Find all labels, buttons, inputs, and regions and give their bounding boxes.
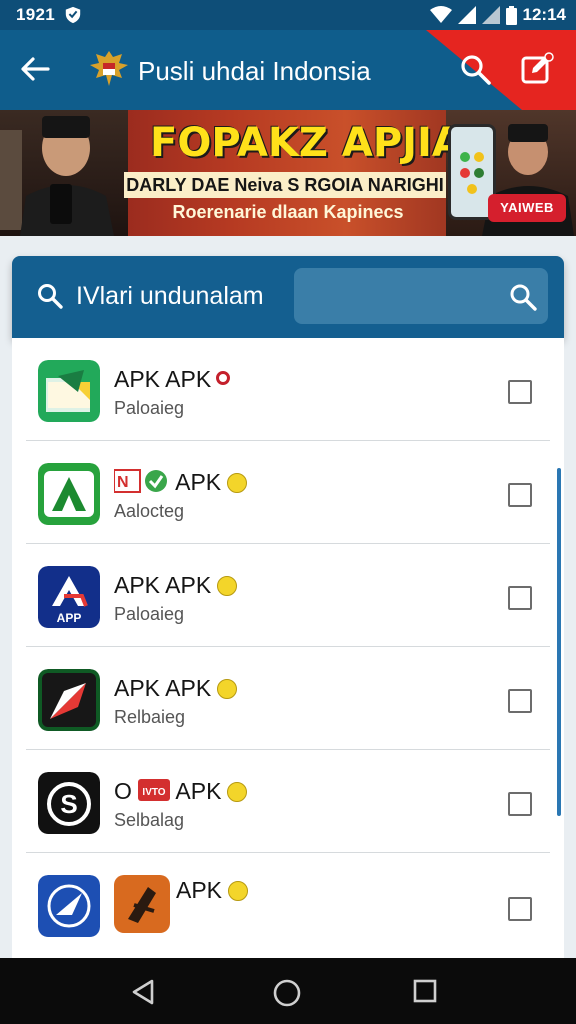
verified-badge-icon	[217, 679, 238, 699]
status-bar: 1921 12:14	[0, 0, 576, 30]
svg-text:N: N	[117, 474, 129, 491]
app-title: O IVTO APK	[114, 778, 248, 805]
navigation-bar	[0, 958, 576, 1024]
app-icon-blue-app: APP	[38, 566, 100, 628]
list-item[interactable]: APP APK APK Paloaieg	[26, 544, 550, 647]
app-subtitle: Relbaieg	[114, 707, 186, 727]
app-title: APK APK	[114, 675, 238, 702]
arrow-left-icon[interactable]	[18, 52, 52, 86]
nav-recents-icon[interactable]	[412, 978, 438, 1004]
app-icon-red-arrow	[38, 669, 100, 731]
app-subtitle: Aalocteg	[114, 501, 185, 521]
app-subtitle: Paloaieg	[114, 604, 185, 624]
verified-badge-icon	[228, 881, 249, 901]
app-title: Pusli uhdai Indonsia	[138, 56, 371, 86]
signal-icon	[481, 6, 500, 24]
list-item[interactable]: APK	[26, 853, 550, 956]
app-bar: Pusli uhdai Indonsia	[0, 30, 576, 110]
search-icon	[38, 284, 63, 309]
scrollbar[interactable]	[557, 468, 561, 816]
app-title: APK APK	[114, 366, 231, 393]
app-list: APK APK Paloaieg N APK Aalocteg APP APK …	[12, 338, 564, 958]
list-item[interactable]: APK APK Relbaieg	[26, 647, 550, 750]
system-icons: 12:14	[429, 5, 566, 25]
status-time-left: 1921	[16, 5, 56, 24]
search-panel: IVlari undunalam	[12, 256, 564, 338]
garuda-emblem-icon	[90, 51, 128, 86]
svg-text:IVTO: IVTO	[143, 787, 166, 798]
banner-headline: FOPAKZ APJIAN	[150, 120, 497, 166]
checkbox[interactable]	[508, 380, 532, 404]
mini-logo-icon: IVTO	[138, 779, 171, 801]
app-icon-s-circle: S	[38, 772, 100, 834]
app-subtitle: Selbalag	[114, 810, 185, 830]
list-item[interactable]: APK APK Paloaieg	[26, 338, 550, 441]
svg-text:S: S	[60, 789, 77, 819]
verified-badge-icon	[227, 782, 248, 802]
shield-icon	[65, 6, 81, 24]
app-title: N APK	[113, 469, 248, 496]
wifi-icon	[429, 6, 452, 23]
svg-text:APP: APP	[57, 611, 82, 625]
app-title: APK	[176, 877, 249, 904]
app-icon-orange	[114, 875, 170, 933]
app-icon-blue-compass	[38, 875, 100, 937]
list-item[interactable]: N APK Aalocteg	[26, 441, 550, 544]
nav-back-icon[interactable]	[130, 978, 156, 1006]
verified-badge-icon	[227, 473, 248, 493]
search-label: IVlari undunalam	[76, 282, 264, 310]
checkbox[interactable]	[508, 897, 532, 921]
checkbox[interactable]	[508, 586, 532, 610]
checkbox[interactable]	[508, 792, 532, 816]
banner-line-2: Roerenarie dlaan Kapinecs	[172, 202, 404, 222]
battery-icon	[505, 5, 517, 25]
app-icon-green-folder	[38, 360, 100, 422]
app-icon-green-a	[38, 463, 100, 525]
status-time-right: 12:14	[522, 5, 566, 24]
signal-icon	[457, 6, 476, 24]
app-subtitle: Paloaieg	[114, 398, 185, 418]
checkbox[interactable]	[508, 483, 532, 507]
list-item[interactable]: S O IVTO APK Selbalag	[26, 750, 550, 853]
banner-badge: YAIWEB	[488, 194, 566, 222]
promo-banner[interactable]: FOPAKZ APJIAN DARLY DAE Neiva S RGOIA NA…	[0, 110, 576, 236]
mini-logos-icon: N	[113, 469, 167, 493]
banner-line-1: DARLY DAE Neiva S RGOIA NARIGHI	[124, 172, 446, 198]
edit-icon[interactable]	[518, 50, 556, 88]
alert-badge-icon	[216, 371, 231, 385]
nav-home-icon[interactable]	[272, 978, 302, 1008]
checkbox[interactable]	[508, 689, 532, 713]
verified-badge-icon	[217, 576, 238, 596]
search-icon[interactable]	[508, 282, 538, 312]
app-title: APK APK	[114, 572, 238, 599]
search-icon[interactable]	[458, 52, 492, 86]
banner-person-left	[0, 110, 128, 236]
